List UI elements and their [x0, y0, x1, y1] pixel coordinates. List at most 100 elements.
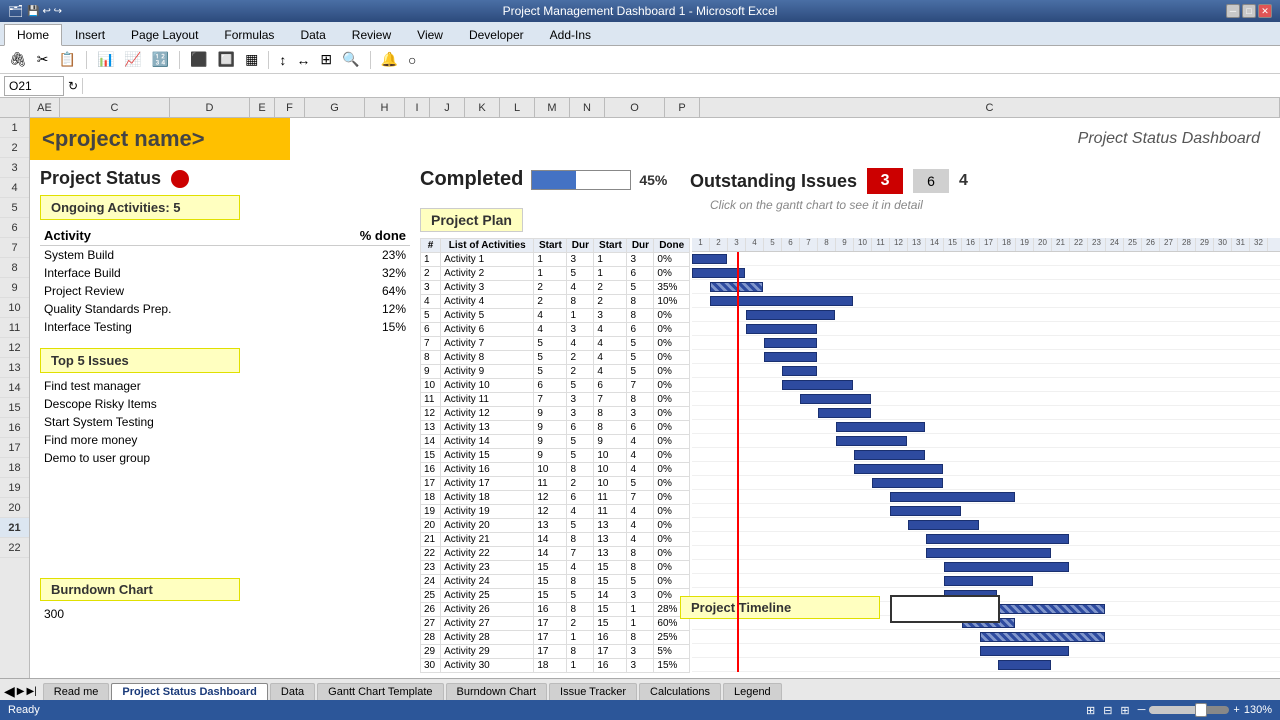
toolbar-icon-5[interactable]: 📈: [121, 49, 144, 70]
project-name-cell[interactable]: <project name>: [30, 118, 290, 160]
status-icon-1[interactable]: ⊞: [1086, 704, 1095, 717]
gantt-col-header-26: 26: [1142, 238, 1160, 251]
sheet-prev-icon[interactable]: ◀: [4, 683, 15, 700]
sheet-tab-calculations[interactable]: Calculations: [639, 683, 721, 700]
plan-row-done: 0%: [654, 393, 690, 407]
col-header-p[interactable]: P: [665, 98, 700, 117]
col-header-n[interactable]: N: [570, 98, 605, 117]
plan-activity-row: 17 Activity 17 11 2 10 5 0%: [421, 477, 690, 491]
col-header-j[interactable]: J: [430, 98, 465, 117]
toolbar-icon-15[interactable]: ○: [405, 50, 419, 70]
col-header-i[interactable]: I: [405, 98, 430, 117]
tab-insert[interactable]: Insert: [62, 24, 118, 45]
sheet-next-icon[interactable]: ▶: [17, 686, 25, 697]
toolbar-icon-10[interactable]: ↕: [276, 50, 289, 70]
tab-formulas[interactable]: Formulas: [211, 24, 287, 45]
toolbar-icon-13[interactable]: 🔍: [339, 49, 362, 70]
maximize-button[interactable]: □: [1242, 4, 1256, 18]
gantt-col-header-9: 9: [836, 238, 854, 251]
row-num-14: 14: [0, 378, 29, 398]
gantt-bar-row-8: [764, 352, 817, 362]
col-header-m[interactable]: M: [535, 98, 570, 117]
gantt-row-bg-12: [692, 406, 1280, 420]
toolbar-icon-4[interactable]: 📊: [94, 49, 117, 70]
toolbar-icon-9[interactable]: ▦: [242, 49, 261, 70]
project-timeline-header: Project Timeline: [680, 596, 880, 619]
tab-review[interactable]: Review: [339, 24, 404, 45]
plan-row-s1: 17: [534, 631, 567, 645]
sheet-end-icon[interactable]: ▶|: [26, 686, 36, 697]
col-header-l[interactable]: L: [500, 98, 535, 117]
gantt-col-header-12: 12: [890, 238, 908, 251]
minimize-button[interactable]: ─: [1226, 4, 1240, 18]
plan-row-s2: 8: [594, 407, 627, 421]
col-header-e[interactable]: E: [250, 98, 275, 117]
col-header-g[interactable]: G: [305, 98, 365, 117]
plan-row-num: 14: [421, 435, 441, 449]
sheet-tab-burndown-chart[interactable]: Burndown Chart: [446, 683, 548, 700]
zoom-out-button[interactable]: ─: [1138, 704, 1146, 716]
col-header-f[interactable]: F: [275, 98, 305, 117]
sheet-tab-read-me[interactable]: Read me: [43, 683, 110, 700]
tab-add-ins[interactable]: Add-Ins: [537, 24, 604, 45]
toolbar-icon-2[interactable]: ✂: [34, 49, 52, 70]
plan-row-d2: 1: [627, 603, 654, 617]
toolbar-icon-14[interactable]: 🔔: [378, 49, 401, 70]
col-header-c[interactable]: C: [60, 98, 170, 117]
plan-row-s1: 6: [534, 379, 567, 393]
plan-row-s2: 16: [594, 631, 627, 645]
col-header-ae[interactable]: AE: [30, 98, 60, 117]
col-header-k[interactable]: K: [465, 98, 500, 117]
formula-refresh-icon[interactable]: ↻: [68, 79, 78, 93]
gantt-col-header-19: 19: [1016, 238, 1034, 251]
tab-view[interactable]: View: [404, 24, 456, 45]
zoom-slider[interactable]: [1149, 706, 1229, 714]
status-icon-2[interactable]: ⊟: [1103, 704, 1112, 717]
plan-row-done: 35%: [654, 281, 690, 295]
plan-row-num: 28: [421, 631, 441, 645]
gantt-col-header-11: 11: [872, 238, 890, 251]
col-header-h[interactable]: H: [365, 98, 405, 117]
zoom-in-button[interactable]: +: [1233, 704, 1239, 716]
sheet-tab-project-status-dashboard[interactable]: Project Status Dashboard: [111, 683, 267, 700]
sheet-tab-gantt-chart-template[interactable]: Gantt Chart Template: [317, 683, 443, 700]
project-plan-header: Project Plan: [420, 208, 523, 232]
tab-developer[interactable]: Developer: [456, 24, 537, 45]
toolbar-icon-6[interactable]: 🔢: [149, 49, 172, 70]
tab-data[interactable]: Data: [287, 24, 338, 45]
toolbar-icon-7[interactable]: ⬛: [187, 49, 210, 70]
col-header-rest[interactable]: C: [700, 98, 1280, 117]
timeline-selection-box[interactable]: [890, 595, 1000, 623]
gantt-row-bg-11: [692, 392, 1280, 406]
close-button[interactable]: ✕: [1258, 4, 1272, 18]
sheet-tab-issue-tracker[interactable]: Issue Tracker: [549, 683, 637, 700]
formula-input[interactable]: [87, 79, 1276, 93]
tab-page-layout[interactable]: Page Layout: [118, 24, 211, 45]
status-icon-3[interactable]: ⊞: [1120, 704, 1129, 717]
ongoing-activities-label: Ongoing Activities: 5: [51, 200, 181, 215]
activity-row: Quality Standards Prep.12%: [40, 300, 410, 318]
plan-row-d1: 7: [567, 547, 594, 561]
toolbar-icon-3[interactable]: 📋: [56, 49, 79, 70]
col-header-d[interactable]: D: [170, 98, 250, 117]
toolbar-icon-8[interactable]: 🔲: [215, 49, 238, 70]
cell-reference-box[interactable]: [4, 76, 64, 96]
toolbar-icon-1[interactable]: 🖇: [6, 49, 30, 70]
sheet-tab-data[interactable]: Data: [270, 683, 315, 700]
toolbar-icon-11[interactable]: ↔: [293, 50, 313, 70]
plan-row-done: 10%: [654, 295, 690, 309]
col-header-o[interactable]: O: [605, 98, 665, 117]
gantt-bar-row-5: [746, 310, 835, 320]
ribbon-tabs: Home Insert Page Layout Formulas Data Re…: [0, 22, 1280, 46]
plan-row-d1: 8: [567, 295, 594, 309]
plan-row-done: 5%: [654, 645, 690, 659]
plan-activity-row: 27 Activity 27 17 2 15 1 60%: [421, 617, 690, 631]
tab-home[interactable]: Home: [4, 24, 62, 46]
gantt-bar-row-6: [746, 324, 817, 334]
toolbar-icon-12[interactable]: ⊞: [317, 49, 335, 70]
sheet-tab-legend[interactable]: Legend: [723, 683, 782, 700]
plan-row-name: Activity 27: [441, 617, 534, 631]
gantt-row-bg-2: [692, 266, 1280, 280]
plan-row-num: 1: [421, 253, 441, 267]
zoom-handle[interactable]: [1195, 703, 1207, 717]
